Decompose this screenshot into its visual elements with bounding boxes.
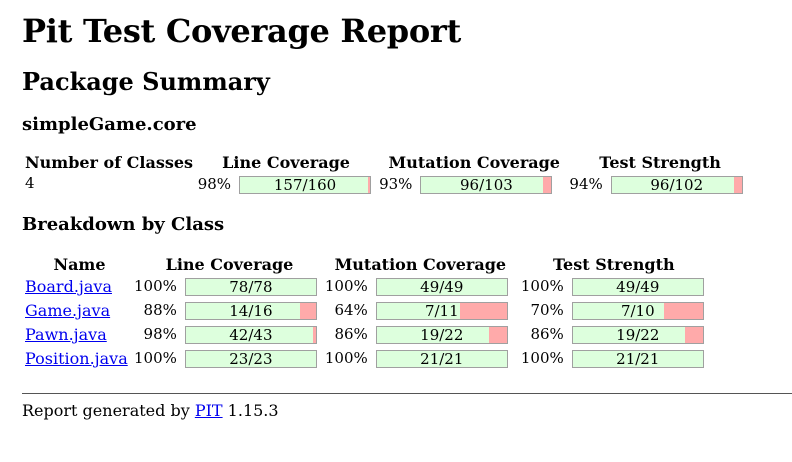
breakdown-heading: Breakdown by Class: [22, 214, 225, 235]
mutation-legend: 21/21: [420, 349, 464, 368]
mutation-legend: 49/49: [420, 277, 464, 296]
strength-legend: 7/10: [620, 301, 655, 320]
summary-mutation-legend: 96/103: [460, 175, 513, 194]
page-title: Pit Test Coverage Report: [22, 12, 461, 50]
breakdown-body: Board.java 100% 78/78 100% 49/49 100% 49…: [25, 274, 712, 370]
line-bar: 42/43: [184, 325, 317, 344]
strength-pct: 100%: [520, 277, 564, 295]
mutation-pct: 100%: [324, 277, 368, 295]
strength-pct: 86%: [530, 325, 564, 343]
line-pct: 100%: [134, 349, 177, 367]
line-legend: 78/78: [229, 277, 273, 296]
package-name: simpleGame.core: [22, 114, 197, 135]
header-mutation-coverage: Mutation Coverage: [334, 254, 507, 274]
strength-bar: 7/10: [571, 301, 704, 320]
mutation-bar: 7/11: [375, 301, 508, 320]
line-legend: 23/23: [229, 349, 273, 368]
class-link-game[interactable]: Game.java: [25, 301, 110, 320]
line-legend: 14/16: [229, 301, 273, 320]
header-number-of-classes: Number of Classes: [25, 152, 194, 172]
footer: Report generated by PIT 1.15.3: [22, 401, 279, 420]
breakdown-header-row: Name Line Coverage Mutation Coverage Tes…: [25, 254, 712, 274]
class-link-position[interactable]: Position.java: [25, 349, 128, 368]
mutation-pct: 64%: [334, 301, 368, 319]
strength-bar: 49/49: [571, 277, 704, 296]
summary-line-legend: 157/160: [273, 175, 337, 194]
footer-prefix: Report generated by: [22, 401, 195, 420]
summary-strength-pct: 94%: [569, 175, 603, 193]
line-pct: 88%: [143, 301, 177, 319]
footer-version: 1.15.3: [222, 401, 279, 420]
table-row: Position.java 100% 23/23 100% 21/21 100%…: [25, 346, 712, 370]
mutation-bar: 19/22: [375, 325, 508, 344]
line-pct: 98%: [143, 325, 177, 343]
strength-bar: 21/21: [571, 349, 704, 368]
summary-line-bar: 157/160: [239, 175, 372, 194]
class-link-board[interactable]: Board.java: [25, 277, 112, 296]
footer-divider: [22, 393, 792, 394]
line-pct: 100%: [134, 277, 177, 295]
package-summary-table: Number of Classes Line Coverage Mutation…: [25, 152, 751, 196]
number-of-classes: 4: [25, 174, 35, 192]
pit-link[interactable]: PIT: [195, 401, 223, 420]
table-row: Board.java 100% 78/78 100% 49/49 100% 49…: [25, 274, 712, 298]
header-test-strength: Test Strength: [599, 152, 721, 172]
strength-pct: 100%: [520, 349, 564, 367]
header-test-strength: Test Strength: [552, 254, 675, 274]
package-summary-heading: Package Summary: [22, 67, 270, 96]
mutation-pct: 100%: [324, 349, 368, 367]
table-row: Game.java 88% 14/16 64% 7/11 70% 7/10: [25, 298, 712, 322]
mutation-bar: 49/49: [375, 277, 508, 296]
summary-strength-bar: 96/102: [610, 175, 743, 194]
line-legend: 42/43: [229, 325, 273, 344]
line-bar: 78/78: [184, 277, 317, 296]
summary-strength-legend: 96/102: [650, 175, 704, 194]
header-name: Name: [53, 254, 106, 274]
line-bar: 14/16: [184, 301, 317, 320]
table-row: Pawn.java 98% 42/43 86% 19/22 86% 19/22: [25, 322, 712, 346]
strength-bar: 19/22: [571, 325, 704, 344]
line-bar: 23/23: [184, 349, 317, 368]
summary-row: 4 98% 157/160 93% 96/103 94% 96/102: [25, 172, 751, 196]
mutation-bar: 21/21: [375, 349, 508, 368]
strength-legend: 49/49: [616, 277, 660, 296]
strength-pct: 70%: [530, 301, 564, 319]
strength-legend: 21/21: [616, 349, 660, 368]
summary-header-row: Number of Classes Line Coverage Mutation…: [25, 152, 751, 172]
breakdown-table: Name Line Coverage Mutation Coverage Tes…: [25, 254, 712, 370]
header-line-coverage: Line Coverage: [165, 254, 294, 274]
class-link-pawn[interactable]: Pawn.java: [25, 325, 107, 344]
mutation-legend: 7/11: [424, 301, 459, 320]
summary-mutation-bar: 96/103: [420, 175, 553, 194]
header-line-coverage: Line Coverage: [222, 152, 350, 172]
mutation-pct: 86%: [334, 325, 368, 343]
summary-mutation-pct: 93%: [379, 175, 413, 193]
header-mutation-coverage: Mutation Coverage: [388, 152, 560, 172]
strength-legend: 19/22: [616, 325, 660, 344]
summary-line-pct: 98%: [197, 175, 232, 193]
mutation-legend: 19/22: [420, 325, 464, 344]
